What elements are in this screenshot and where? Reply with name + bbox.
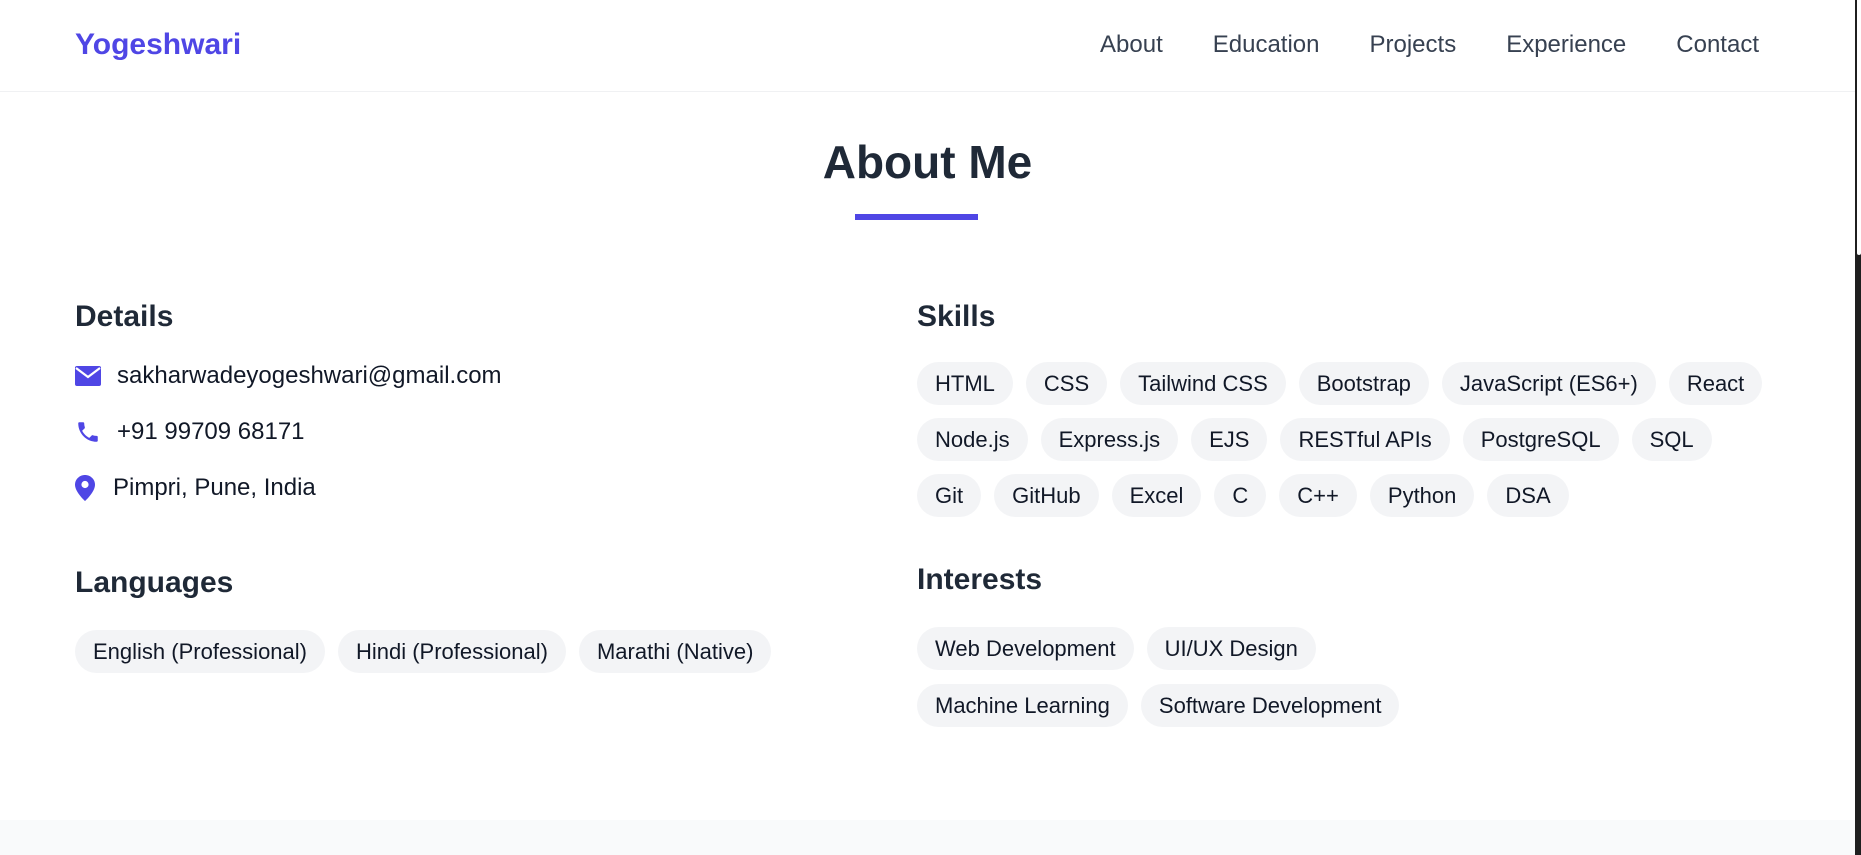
language-pill: Marathi (Native): [578, 630, 772, 673]
nav-link-projects[interactable]: Projects: [1370, 24, 1457, 66]
next-section-edge: [0, 820, 1855, 855]
skills-heading: Skills: [917, 300, 996, 333]
scrollbar-thumb[interactable]: [1857, 0, 1861, 255]
title-underline: [855, 214, 978, 220]
navbar: Yogeshwari About Education Projects Expe…: [0, 0, 1855, 92]
email-text[interactable]: sakharwadeyogeshwari@gmail.com: [117, 358, 502, 394]
scrollbar[interactable]: [1855, 0, 1861, 855]
detail-email: sakharwadeyogeshwari@gmail.com: [75, 358, 835, 394]
skill-pill: PostgreSQL: [1462, 418, 1619, 461]
section-title: About Me: [822, 136, 1033, 188]
languages-section: Languages English (Professional) Hindi (…: [75, 562, 772, 673]
skill-pill: RESTful APIs: [1280, 418, 1450, 461]
brand-logo[interactable]: Yogeshwari: [75, 24, 241, 66]
envelope-icon: [75, 366, 105, 386]
skill-pill: JavaScript (ES6+): [1441, 362, 1656, 405]
interests-section: Interests Web Development UI/UX Design M…: [917, 559, 1777, 727]
interest-pill: Software Development: [1140, 684, 1400, 727]
skill-pill: C++: [1279, 474, 1357, 517]
nav-link-about[interactable]: About: [1100, 24, 1163, 66]
interest-pill: UI/UX Design: [1146, 627, 1316, 670]
nav-link-experience[interactable]: Experience: [1506, 24, 1626, 66]
detail-location: Pimpri, Pune, India: [75, 470, 835, 506]
language-pill: Hindi (Professional): [337, 630, 566, 673]
skill-pill: Python: [1369, 474, 1475, 517]
details-heading: Details: [75, 300, 174, 333]
skill-pill: GitHub: [994, 474, 1099, 517]
nav-link-education[interactable]: Education: [1213, 24, 1320, 66]
skill-pill: Tailwind CSS: [1120, 362, 1286, 405]
skill-pill: DSA: [1487, 474, 1569, 517]
detail-phone: +91 99709 68171: [75, 414, 835, 450]
skills-list: HTML CSS Tailwind CSS Bootstrap JavaScri…: [917, 362, 1777, 517]
skill-pill: Git: [917, 474, 982, 517]
skill-pill: React: [1668, 362, 1763, 405]
map-pin-icon: [75, 475, 99, 501]
skill-pill: C: [1214, 474, 1267, 517]
skill-pill: CSS: [1025, 362, 1108, 405]
details-column: Details sakharwadeyogeshwari@gmail.com +…: [75, 296, 835, 673]
location-text: Pimpri, Pune, India: [113, 474, 316, 501]
skill-pill: Express.js: [1040, 418, 1179, 461]
interests-list: Web Development UI/UX Design Machine Lea…: [917, 627, 1537, 727]
interest-pill: Machine Learning: [917, 684, 1128, 727]
skill-pill: HTML: [917, 362, 1013, 405]
skill-pill: Bootstrap: [1298, 362, 1429, 405]
skills-column: Skills HTML CSS Tailwind CSS Bootstrap J…: [917, 296, 1777, 727]
languages-list: English (Professional) Hindi (Profession…: [75, 630, 772, 673]
phone-text[interactable]: +91 99709 68171: [117, 414, 305, 450]
skill-pill: Node.js: [917, 418, 1028, 461]
skill-pill: EJS: [1191, 418, 1268, 461]
phone-icon: [75, 419, 105, 445]
page: Yogeshwari About Education Projects Expe…: [0, 0, 1861, 855]
nav-link-contact[interactable]: Contact: [1676, 24, 1759, 66]
skill-pill: Excel: [1111, 474, 1202, 517]
interests-heading: Interests: [917, 563, 1043, 596]
interest-pill: Web Development: [917, 627, 1134, 670]
language-pill: English (Professional): [75, 630, 325, 673]
details-list: sakharwadeyogeshwari@gmail.com +91 99709…: [75, 358, 835, 506]
skill-pill: SQL: [1631, 418, 1712, 461]
nav-links: About Education Projects Experience Cont…: [1100, 24, 1759, 66]
languages-heading: Languages: [75, 566, 234, 599]
